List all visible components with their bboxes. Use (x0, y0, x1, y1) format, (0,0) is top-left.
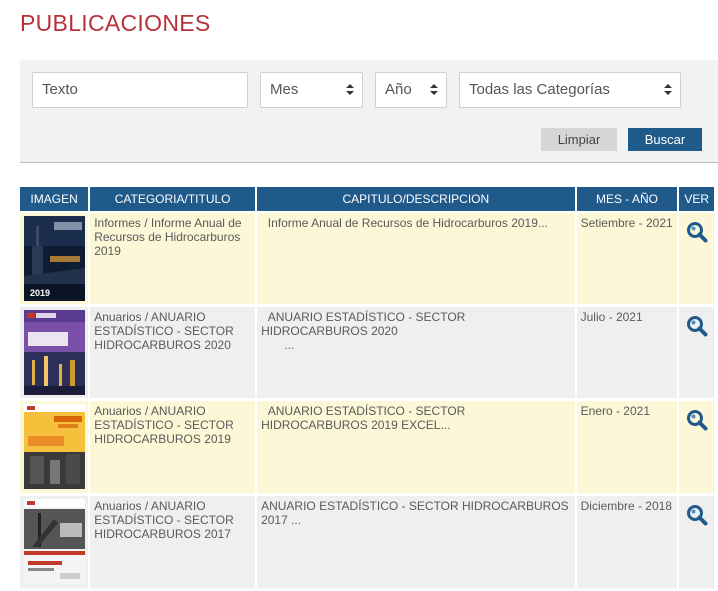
row-title[interactable]: Anuarios / ANUARIO ESTADÍSTICO - SECTOR … (90, 401, 256, 496)
magnifier-icon[interactable] (686, 221, 708, 243)
row-title[interactable]: Informes / Informe Anual de Recursos de … (90, 213, 256, 307)
month-select-value: Mes (270, 81, 299, 98)
publication-cover[interactable] (24, 404, 85, 489)
year-select[interactable]: Año (375, 72, 447, 108)
row-title[interactable]: Anuarios / ANUARIO ESTADÍSTICO - SECTOR … (90, 496, 256, 591)
table-row: Anuarios / ANUARIO ESTADÍSTICO - SECTOR … (20, 401, 714, 496)
table-row: 2019 Informes / Informe Anual de Recurso… (20, 213, 714, 307)
row-description: ANUARIO ESTADÍSTICO - SECTOR HIDROCARBUR… (257, 401, 575, 496)
table-row: Anuarios / ANUARIO ESTADÍSTICO - SECTOR … (20, 307, 714, 401)
row-description-text: Informe Anual de Recursos de Hidrocarbur… (267, 216, 548, 230)
cover-cell: 2019 (20, 213, 89, 307)
magnifier-icon[interactable] (686, 315, 708, 337)
magnifier-icon[interactable] (686, 409, 708, 431)
view-cell (679, 496, 714, 591)
select-arrows-icon (430, 84, 438, 96)
view-cell (679, 307, 714, 401)
table-header-row: IMAGEN CATEGORIA/TITULO CAPITULO/DESCRIP… (20, 187, 714, 213)
row-title[interactable]: Anuarios / ANUARIO ESTADÍSTICO - SECTOR … (90, 307, 256, 401)
row-date: Enero - 2021 (576, 401, 678, 496)
row-description-more: ... (284, 338, 295, 352)
page-title: PUBLICACIONES (20, 10, 211, 36)
publication-cover[interactable] (24, 499, 85, 584)
header-view: VER (679, 187, 714, 213)
view-cell (679, 401, 714, 496)
row-description-text: ANUARIO ESTADÍSTICO - SECTOR HIDROCARBUR… (261, 310, 466, 338)
row-description-text: ANUARIO ESTADÍSTICO - SECTOR HIDROCARBUR… (261, 404, 466, 432)
row-description: ANUARIO ESTADÍSTICO - SECTOR HIDROCARBUR… (257, 496, 575, 591)
search-button[interactable]: Buscar (628, 128, 702, 151)
header-month-year: MES - AÑO (576, 187, 678, 213)
header-image: IMAGEN (20, 187, 89, 213)
category-select-value: Todas las Categorías (469, 81, 610, 98)
magnifier-icon[interactable] (686, 504, 708, 526)
row-description: ANUARIO ESTADÍSTICO - SECTOR HIDROCARBUR… (257, 307, 575, 401)
view-cell (679, 213, 714, 307)
cover-cell (20, 496, 89, 591)
filter-panel: Texto Mes Año Todas las Categorías Limpi… (20, 60, 718, 163)
clear-button[interactable]: Limpiar (541, 128, 617, 151)
select-arrows-icon (346, 84, 354, 96)
row-date: Setiembre - 2021 (576, 213, 678, 307)
row-date: Julio - 2021 (576, 307, 678, 401)
publication-cover[interactable]: 2019 (24, 216, 85, 301)
publications-table: IMAGEN CATEGORIA/TITULO CAPITULO/DESCRIP… (18, 187, 716, 591)
row-description: Informe Anual de Recursos de Hidrocarbur… (257, 213, 575, 307)
publication-cover[interactable] (24, 310, 85, 395)
select-arrows-icon (664, 84, 672, 96)
year-select-value: Año (385, 81, 412, 98)
table-row: Anuarios / ANUARIO ESTADÍSTICO - SECTOR … (20, 496, 714, 591)
cover-year-label: 2019 (30, 288, 50, 298)
category-select[interactable]: Todas las Categorías (459, 72, 681, 108)
cover-cell (20, 307, 89, 401)
header-chapter-description: CAPITULO/DESCRIPCION (257, 187, 575, 213)
row-date: Diciembre - 2018 (576, 496, 678, 591)
month-select[interactable]: Mes (260, 72, 363, 108)
cover-cell (20, 401, 89, 496)
header-category-title: CATEGORIA/TITULO (90, 187, 256, 213)
search-text-input[interactable]: Texto (32, 72, 248, 108)
